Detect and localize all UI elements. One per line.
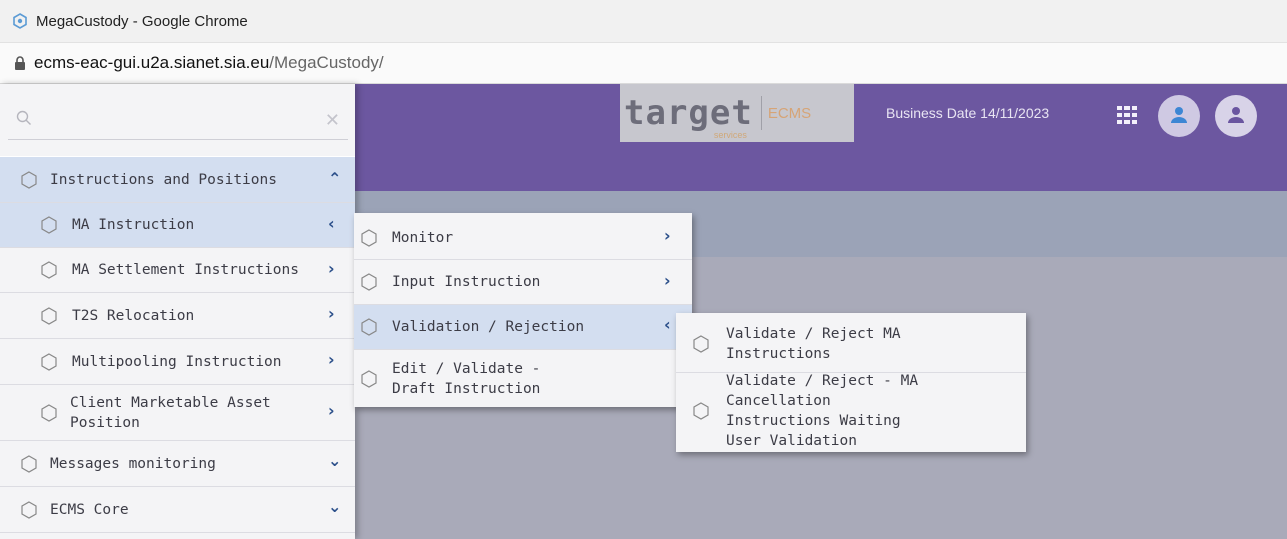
submenu-item-edit-validate-draft-instruction[interactable]: Edit / Validate - Draft Instruction xyxy=(354,350,676,407)
submenu-item-label: Edit / Validate - Draft Instruction xyxy=(392,360,541,397)
sidebar-item-messages-monitoring[interactable]: Messages monitoring ⌄ xyxy=(0,441,355,486)
hexagon-icon xyxy=(21,454,37,473)
sidebar-item-label: Messages monitoring xyxy=(50,455,216,472)
user-profile-avatar[interactable] xyxy=(1215,95,1257,137)
user-icon xyxy=(1171,107,1187,123)
hexagon-icon xyxy=(693,402,709,420)
submenu-item-label: Input Instruction xyxy=(392,274,541,290)
chevron-right-icon[interactable]: › xyxy=(328,401,335,420)
sidebar-item-instructions-and-positions[interactable]: Instructions and Positions ⌃ xyxy=(0,157,355,202)
chevron-down-icon[interactable]: ⌄ xyxy=(328,497,341,516)
chevron-down-icon[interactable]: ⌄ xyxy=(328,451,341,470)
user-icon xyxy=(1228,107,1244,123)
logo-brand: ECMS xyxy=(767,104,812,122)
sidebar-item-label: Instructions and Positions xyxy=(50,171,277,188)
sidebar-item-ecms-core[interactable]: ECMS Core ⌄ xyxy=(0,487,355,532)
search-input[interactable]: ✕ xyxy=(8,94,348,140)
hexagon-icon xyxy=(361,369,377,388)
logo-wordmark: target services xyxy=(624,93,753,140)
sidebar-item-label: Multipooling Instruction xyxy=(72,353,282,370)
window-title: MegaCustody - Google Chrome xyxy=(36,12,248,30)
sidebar-item-label: MA Instruction xyxy=(72,217,195,233)
submenu-item-label: Validation / Rejection xyxy=(392,319,585,335)
sidebar-item-client-marketable-asset-position[interactable]: Client Marketable Asset Position › xyxy=(0,385,355,440)
submenu-item-monitor[interactable]: Monitor › xyxy=(354,215,692,260)
hexagon-icon xyxy=(361,228,377,247)
chevron-right-icon[interactable]: › xyxy=(664,271,671,290)
address-bar[interactable]: ecms-eac-gui.u2a.sianet.sia.eu/MegaCusto… xyxy=(0,42,1287,84)
sidebar-item-label: Client Marketable Asset Position xyxy=(70,394,271,431)
chevron-right-icon[interactable]: › xyxy=(328,350,335,369)
target-ecms-logo: target services ECMS xyxy=(620,84,854,142)
submenu-item-validate-reject-ma-instructions[interactable]: Validate / Reject MA Instructions xyxy=(676,316,1026,371)
submenu-item-validate-reject-ma-cancellation[interactable]: Validate / Reject - MA Cancellation Inst… xyxy=(676,373,1026,449)
submenu-item-label: Monitor xyxy=(392,229,454,246)
submenu-item-validation-rejection[interactable]: Validation / Rejection ‹ xyxy=(354,305,692,349)
submenu-item-label: Validate / Reject MA Instructions xyxy=(726,325,901,362)
sidebar-item-ma-settlement-instructions[interactable]: MA Settlement Instructions › xyxy=(0,248,355,292)
sidebar-item-label: MA Settlement Instructions xyxy=(72,262,299,278)
chevron-up-icon[interactable]: ⌃ xyxy=(328,169,341,188)
sidebar-item-label: ECMS Core xyxy=(50,501,129,518)
sidebar-item-ma-instruction[interactable]: MA Instruction ‹ xyxy=(0,203,355,247)
hexagon-icon xyxy=(361,318,377,336)
submenu-item-label: Validate / Reject - MA Cancellation Inst… xyxy=(726,373,919,449)
hexagon-icon xyxy=(693,334,709,353)
submenu-item-input-instruction[interactable]: Input Instruction › xyxy=(354,260,692,304)
hexagon-icon xyxy=(41,403,57,422)
business-date: Business Date 14/11/2023 xyxy=(886,105,1050,121)
user-role-avatar[interactable] xyxy=(1158,95,1200,137)
clear-search-icon[interactable]: ✕ xyxy=(325,110,340,131)
url-text[interactable]: ecms-eac-gui.u2a.sianet.sia.eu/MegaCusto… xyxy=(34,53,384,73)
chevron-left-icon[interactable]: ‹ xyxy=(328,214,335,233)
hexagon-icon xyxy=(41,261,57,279)
sidebar-item-multipooling-instruction[interactable]: Multipooling Instruction › xyxy=(0,339,355,384)
hexagon-icon xyxy=(41,352,57,371)
sidebar-item-t2s-relocation[interactable]: T2S Relocation › xyxy=(0,293,355,338)
divider xyxy=(0,532,355,533)
lock-icon xyxy=(15,56,25,70)
hexagon-icon xyxy=(21,170,37,189)
logo-divider xyxy=(760,96,762,130)
browser-title-bar: MegaCustody - Google Chrome xyxy=(0,0,1287,42)
hexagon-icon xyxy=(41,216,57,234)
chevron-right-icon[interactable]: › xyxy=(328,304,335,323)
hexagon-icon xyxy=(41,306,57,325)
sidebar-item-label: T2S Relocation xyxy=(72,307,195,324)
chevron-right-icon[interactable]: › xyxy=(664,226,671,245)
chevron-right-icon[interactable]: › xyxy=(328,259,335,278)
chevron-left-icon[interactable]: ‹ xyxy=(664,315,671,334)
hexagon-icon xyxy=(361,273,377,291)
menu-search: ✕ xyxy=(0,84,355,157)
hexagon-icon xyxy=(21,500,37,519)
megacustody-favicon-icon xyxy=(13,13,27,29)
search-icon xyxy=(16,110,31,125)
grid-icon[interactable] xyxy=(1117,106,1137,124)
